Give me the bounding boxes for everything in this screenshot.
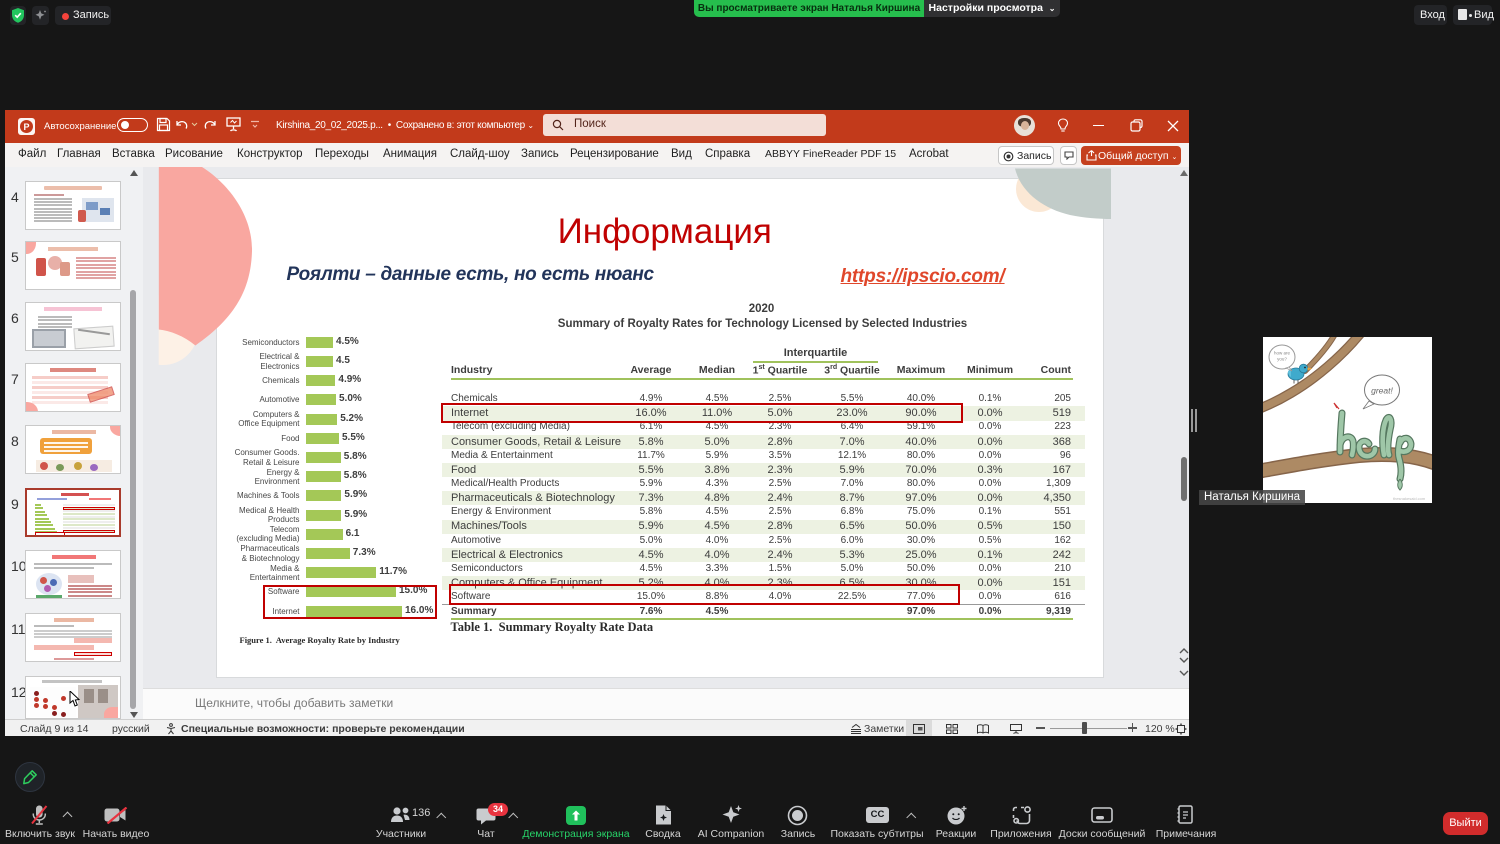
svg-text:how are: how are (1274, 351, 1291, 356)
svg-text:great!: great! (1371, 386, 1393, 396)
svg-text:thesnakesaid.com: thesnakesaid.com (1393, 496, 1426, 501)
svg-text:you?: you? (1277, 357, 1287, 362)
svg-text:P: P (23, 122, 29, 132)
